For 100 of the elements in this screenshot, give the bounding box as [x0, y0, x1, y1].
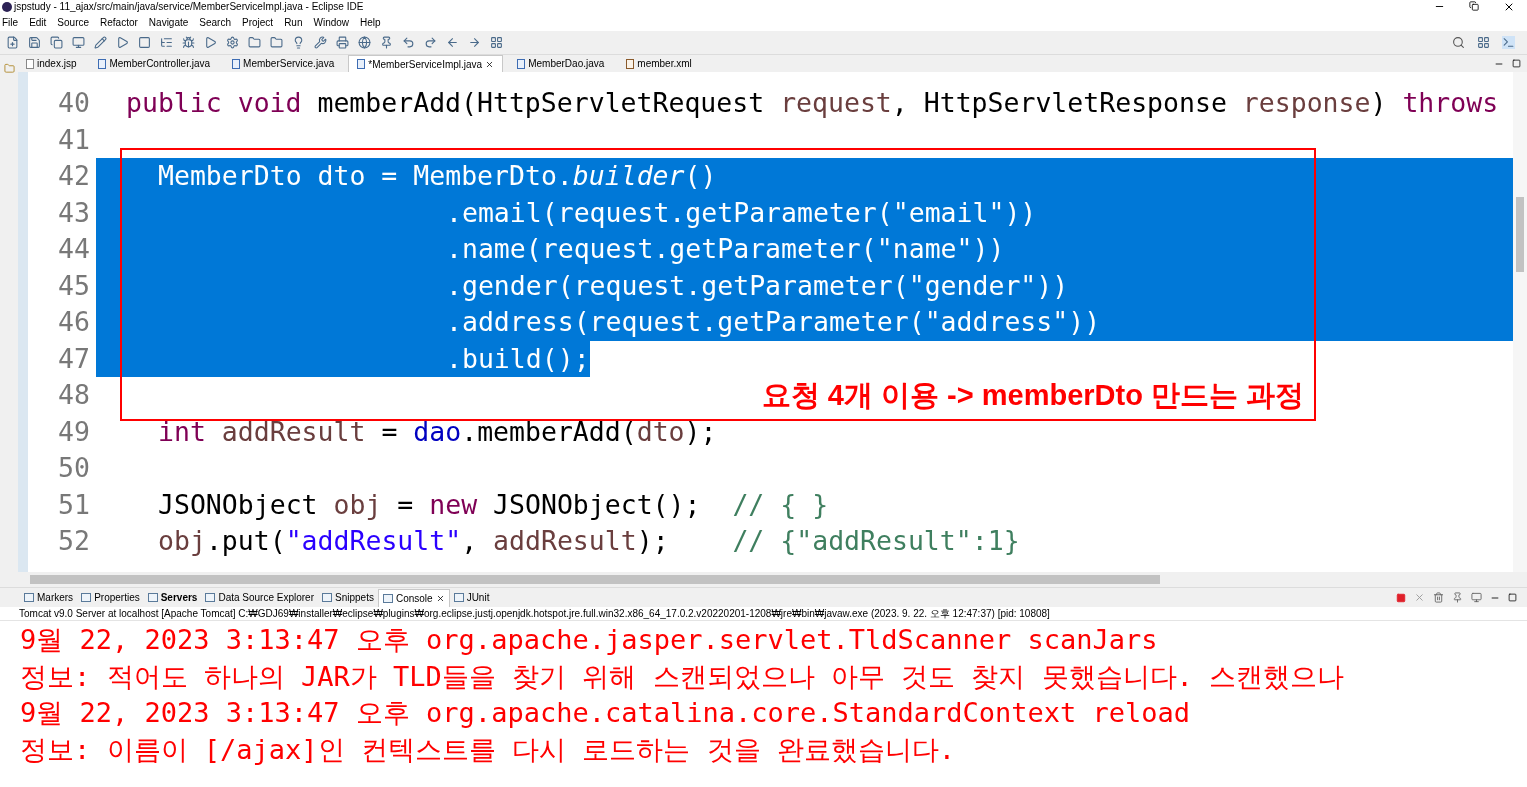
- monitor-icon[interactable]: [1471, 592, 1482, 603]
- vertical-scrollbar[interactable]: [1513, 72, 1527, 572]
- code-text: // { }: [732, 487, 829, 522]
- undo-icon[interactable]: [402, 36, 415, 49]
- view-tab[interactable]: JUnit: [449, 588, 494, 607]
- run-icon[interactable]: [204, 36, 217, 49]
- view-icon: [24, 593, 34, 602]
- menu-item[interactable]: Source: [57, 15, 90, 30]
- editor-tab[interactable]: MemberService.java: [224, 55, 343, 72]
- view-icon: [147, 593, 158, 602]
- view-tab[interactable]: Properties: [77, 588, 144, 607]
- line-number: 45: [28, 267, 96, 304]
- view-icon: [205, 593, 216, 602]
- open-folder-icon[interactable]: [270, 36, 283, 49]
- pin-icon[interactable]: [1452, 592, 1463, 603]
- save-all-icon[interactable]: [50, 36, 63, 49]
- menu-item[interactable]: Project: [242, 15, 274, 30]
- bug-icon[interactable]: [182, 36, 195, 49]
- code-text: =: [380, 414, 399, 449]
- code-text: new: [429, 487, 479, 522]
- gear-icon[interactable]: [226, 36, 239, 49]
- pencil-icon[interactable]: [94, 36, 107, 49]
- code-text: JSONObject: [158, 487, 319, 522]
- code-text: ): [1370, 86, 1388, 120]
- window-title: jspstudy - 11_ajax/src/main/java/service/MemberServiceImpl.java - Eclipse IDE: [14, 1, 364, 13]
- code-text: .address(request.getParameter("address")): [446, 305, 1101, 339]
- editor-tab[interactable]: MemberController.java: [90, 55, 219, 72]
- play-icon[interactable]: [116, 36, 129, 49]
- editor-tab[interactable]: index.jsp: [18, 55, 85, 72]
- file-icon: [357, 59, 366, 69]
- pin-icon[interactable]: [380, 36, 393, 49]
- new-file-icon[interactable]: [6, 36, 19, 49]
- folder-icon[interactable]: [248, 36, 261, 49]
- view-icon: [382, 593, 393, 603]
- code-text: .name(request.getParameter("name")): [446, 232, 1005, 266]
- code-text: .build();: [446, 341, 590, 376]
- code-text: int: [158, 414, 207, 449]
- maximize-icon[interactable]: [1512, 59, 1521, 68]
- code-text: addResult: [221, 414, 366, 449]
- console-line: 정보: 이름이 [/ajax]인 컨텍스트를 다시 로드하는 것을 완료했습니다.: [20, 732, 956, 767]
- file-icon: [98, 58, 107, 69]
- maximize-icon[interactable]: [1508, 593, 1517, 602]
- code-text: response: [1242, 86, 1371, 120]
- menu-item[interactable]: Search: [199, 15, 231, 30]
- file-icon: [626, 58, 635, 69]
- terminate-icon[interactable]: [1396, 592, 1406, 603]
- editor-tab[interactable]: MemberDao.java: [509, 55, 613, 72]
- window-icon[interactable]: [490, 36, 503, 49]
- save-icon[interactable]: [28, 36, 41, 49]
- editor-tab[interactable]: *MemberServiceImpl.java: [348, 55, 504, 72]
- code-text: "addResult": [285, 524, 462, 558]
- view-icon: [322, 593, 332, 602]
- back-icon[interactable]: [446, 36, 459, 49]
- menu-item[interactable]: Refactor: [100, 15, 138, 30]
- globe-icon[interactable]: [358, 36, 371, 49]
- editor-tab[interactable]: member.xml: [618, 55, 700, 72]
- forward-icon[interactable]: [468, 36, 481, 49]
- tree-icon[interactable]: [160, 36, 173, 49]
- code-text: throws: [1402, 86, 1499, 120]
- file-icon: [232, 58, 241, 69]
- view-icon: [453, 593, 464, 602]
- view-tab[interactable]: Snippets: [318, 588, 378, 607]
- code-text: JSONObject();: [493, 487, 702, 522]
- menu-item[interactable]: Edit: [29, 15, 47, 30]
- menu-item[interactable]: File: [2, 15, 19, 30]
- view-tab[interactable]: Markers: [20, 588, 78, 607]
- view-tab[interactable]: Servers: [143, 588, 202, 607]
- code-text: memberAdd(HttpServletRequest: [317, 86, 766, 120]
- perspective-icon[interactable]: [1477, 36, 1490, 49]
- trash-icon[interactable]: [1433, 592, 1444, 603]
- code-text: );: [684, 414, 717, 449]
- redo-icon[interactable]: [424, 36, 437, 49]
- code-text: request: [780, 86, 892, 120]
- close-tab-icon[interactable]: [435, 593, 445, 603]
- code-text: builder: [572, 159, 685, 193]
- lightbulb-icon[interactable]: [292, 36, 305, 49]
- close-icon[interactable]: [1503, 1, 1515, 13]
- code-text: .memberAdd(: [461, 414, 637, 449]
- line-number: 42: [28, 158, 96, 195]
- search-icon[interactable]: [1452, 36, 1465, 49]
- menu-item[interactable]: Run: [284, 15, 303, 30]
- view-icon: [81, 593, 92, 602]
- printer-icon[interactable]: [336, 36, 349, 49]
- restore-icon[interactable]: [1469, 1, 1479, 11]
- code-text: dto: [636, 414, 685, 449]
- file-icon: [517, 58, 526, 69]
- close-tab-icon[interactable]: [485, 59, 495, 69]
- monitor-icon[interactable]: [72, 36, 85, 49]
- view-tab[interactable]: Console: [377, 588, 450, 607]
- annotation-text: 요청 4개 이용 -> memberDto 만드는 과정: [761, 377, 1304, 413]
- terminal-icon[interactable]: [1502, 36, 1515, 49]
- stop-icon[interactable]: [138, 36, 151, 49]
- menu-item[interactable]: Navigate: [148, 15, 189, 30]
- file-icon: [26, 58, 34, 69]
- menu-item[interactable]: Window: [313, 15, 350, 30]
- menu-item[interactable]: Help: [360, 15, 381, 30]
- app-icon: [2, 2, 12, 12]
- code-text: =: [396, 487, 415, 522]
- wrench-icon[interactable]: [314, 36, 327, 49]
- view-tab[interactable]: Data Source Explorer: [201, 588, 318, 607]
